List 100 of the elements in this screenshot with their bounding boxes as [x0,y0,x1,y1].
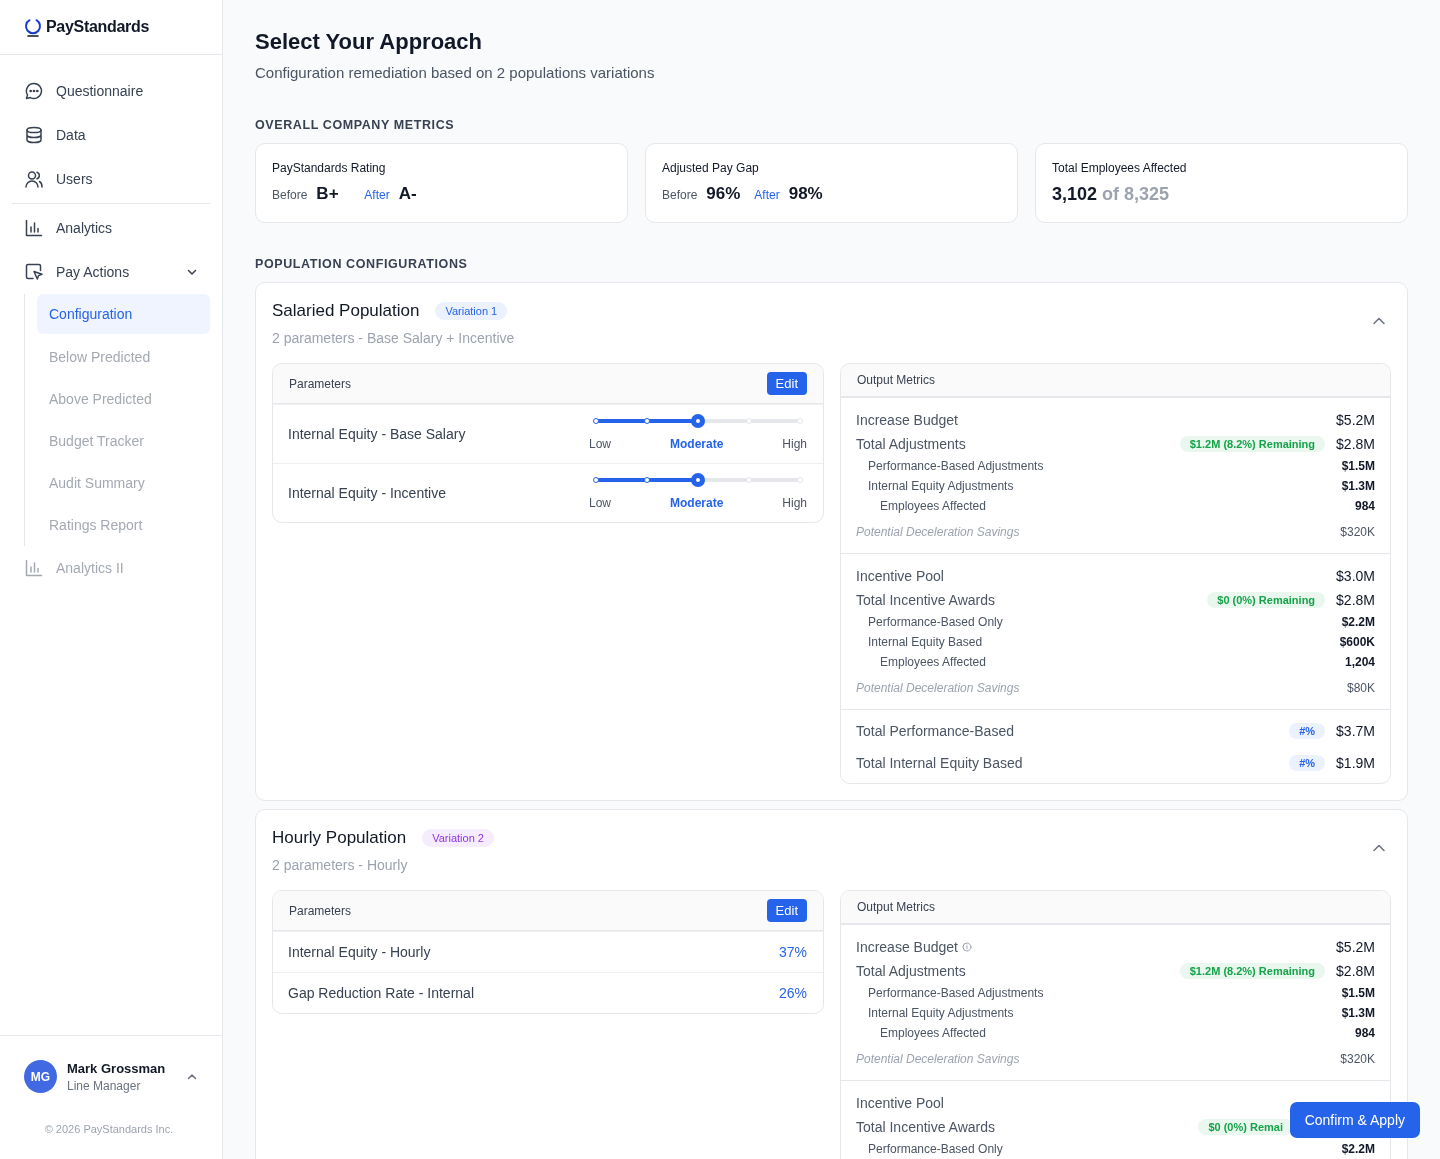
metric-label: Incentive Pool [856,1095,944,1111]
panel-title: Parameters [289,903,352,918]
metric-value: $1.3M [1341,479,1375,493]
population-subtitle: 2 parameters - Base Salary + Incentive [272,330,516,346]
metric-value: $80K [1346,681,1375,695]
after-label: After [754,188,780,202]
user-role: Line Manager [67,1078,142,1093]
metric-label: Total Adjustments [856,963,966,979]
metric-label: Increase Budget [856,939,958,955]
metric-label: Performance-Based Only [868,1142,1003,1156]
before-value: 96% [706,184,742,204]
metric-label: Total Incentive Awards [856,1119,996,1135]
affected-count: 3,102 [1052,184,1098,205]
metric-value: $5.2M [1336,939,1375,955]
card-title: Total Employees Affected [1052,161,1188,175]
card-title: Adjusted Pay Gap [662,161,760,175]
metric-label: Performance-Based Adjustments [868,986,1044,1000]
metric-label: Internal Equity Adjustments [868,1006,1014,1020]
metric-label: Increase Budget [856,412,958,428]
panel-title: Output Metrics [857,373,936,387]
metric-value: $3.7M [1336,723,1375,739]
users-icon [24,169,44,189]
slider-stop-label: High [782,437,807,451]
after-label: After [364,188,390,202]
metric-value: $2.8M [1336,436,1375,452]
note-label: Potential Deceleration Savings [856,525,1020,539]
slider-stop-label: Moderate [670,496,724,510]
after-value: A- [398,184,418,204]
slider-stop-label: Low [589,437,611,451]
sidebar-item[interactable]: Users [12,157,210,201]
metric-value: $320K [1340,1052,1375,1066]
edit-button[interactable]: Edit [766,899,807,922]
remaining-tag: $1.2M (8.2%) Remaining [1179,963,1326,979]
slider-thumb[interactable] [691,473,705,487]
sidebar-item[interactable]: Questionnaire [12,69,210,113]
metric-label: Performance-Based Adjustments [868,459,1044,473]
panel-title: Parameters [289,376,352,391]
card-title: PayStandards Rating [272,161,387,175]
metric-value: $1.9M [1336,755,1375,771]
metric-value: 1,204 [1344,655,1375,669]
metric-value: $320K [1340,525,1375,539]
metric-value: $1.3M [1341,1006,1375,1020]
sidebar-item[interactable]: Data [12,113,210,157]
metric-label: Incentive Pool [856,568,944,584]
note-label: Potential Deceleration Savings [856,681,1020,695]
cursor-square-icon [24,262,44,282]
sidebar-subitem[interactable]: Configuration [37,294,210,334]
metric-label: Total Internal Equity Based [856,755,1023,771]
avatar: MG [24,1060,57,1093]
remaining-tag: $0 (0%) Remaining [1207,592,1326,608]
percent-tag: #% [1289,755,1326,771]
total-count: of 8,325 [1102,184,1170,205]
metric-label: Internal Equity Based [868,635,983,649]
percent-tag: #% [1289,723,1326,739]
metric-value: $2.2M [1341,615,1375,629]
ring-logo-icon [24,17,42,37]
metric-label: Performance-Based Only [868,615,1003,629]
before-value: B+ [316,184,340,204]
metric-label: Internal Equity Adjustments [868,479,1014,493]
user-name: Mark Grossman [67,1060,167,1076]
metric-label: Total Adjustments [856,436,966,452]
metric-value: $2.2M [1341,1142,1375,1156]
parameter-label: Internal Equity - Incentive [288,485,447,501]
bar-chart-icon [24,558,44,578]
before-label: Before [272,188,308,202]
metric-value: $1.5M [1341,986,1375,1000]
page-subtitle: Configuration remediation based on 2 populations variations [255,64,656,81]
panel-title: Output Metrics [857,900,936,914]
database-icon [24,125,44,145]
parameter-value: 26% [778,985,807,1001]
parameter-label: Gap Reduction Rate - Internal [288,985,475,1001]
metric-value: 984 [1354,1026,1375,1040]
after-value: 98% [788,184,824,204]
page-title: Select Your Approach [255,29,483,55]
section-heading: OVERALL COMPANY METRICS [255,118,456,132]
variation-tag: Variation 1 [435,302,508,320]
metric-label: Employees Affected [880,499,986,513]
parameter-value: 37% [778,944,807,960]
copyright: © 2026 PayStandards Inc. [43,1123,175,1135]
parameter-label: Internal Equity - Base Salary [288,426,467,442]
slider-stop-label: Low [589,496,611,510]
remaining-tag: $1.2M (8.2%) Remaining [1179,436,1326,452]
metric-value: 984 [1354,499,1375,513]
slider-thumb[interactable] [691,414,705,428]
before-label: Before [662,188,698,202]
edit-button[interactable]: Edit [766,372,807,395]
remaining-tag: $0 (0%) Remai [1198,1119,1293,1135]
parameter-label: Internal Equity - Hourly [288,944,432,960]
sidebar-item[interactable]: Analytics [12,206,210,250]
chat-bubble-icon [24,81,44,101]
metric-value: $2.8M [1336,592,1375,608]
sidebar-item[interactable]: Pay Actions [12,250,210,294]
variation-tag: Variation 2 [422,829,494,847]
slider-stop-label: Moderate [670,437,724,451]
population-subtitle: 2 parameters - Hourly [272,857,409,873]
metric-value: $1.5M [1341,459,1375,473]
brand-name: PayStandards [46,18,150,36]
metric-label: Total Incentive Awards [856,592,996,608]
confirm-apply-button[interactable]: Confirm & Apply [1289,1102,1420,1138]
metric-label: Total Performance-Based [856,723,1014,739]
